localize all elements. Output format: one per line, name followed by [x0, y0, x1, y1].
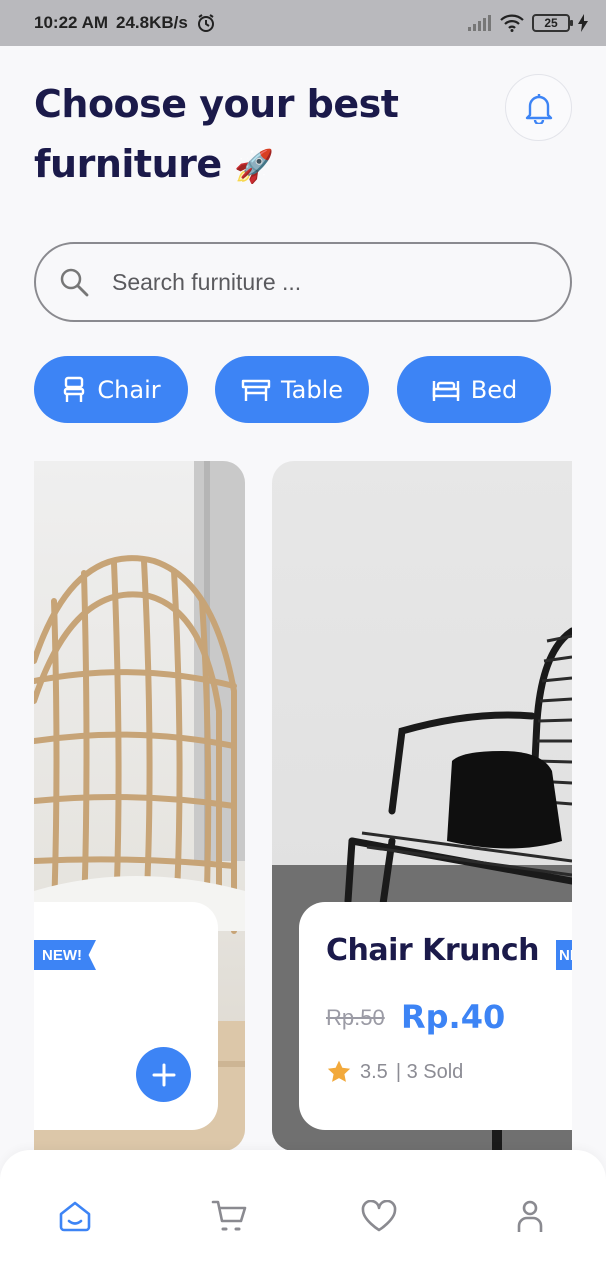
search-bar[interactable]: [34, 242, 572, 322]
home-icon: [59, 1201, 91, 1232]
heart-icon: [361, 1200, 397, 1232]
status-speed: 24.8KB/s: [116, 13, 188, 32]
status-time: 10:22 AM: [34, 13, 109, 32]
nav-favorites[interactable]: [355, 1192, 403, 1240]
profile-icon: [517, 1200, 543, 1232]
notification-button[interactable]: [505, 74, 572, 141]
nav-home[interactable]: [51, 1192, 99, 1240]
current-price: Rp.40: [401, 998, 506, 1036]
category-chair[interactable]: Chair: [34, 356, 188, 423]
bottom-navigation: [0, 1150, 606, 1280]
bell-icon: [525, 93, 552, 124]
category-label: Chair: [97, 375, 161, 404]
cart-icon: [211, 1200, 247, 1231]
bed-icon: [432, 380, 459, 401]
add-to-cart-button[interactable]: [136, 1047, 191, 1102]
product-rating: 3.5 | 3 Sold: [326, 1059, 463, 1085]
title-line-1: Choose your best: [34, 82, 399, 126]
nav-profile[interactable]: [506, 1192, 554, 1240]
category-table[interactable]: Table: [215, 356, 369, 423]
nav-cart[interactable]: [205, 1192, 253, 1240]
page-title: Choose your best furniture 🚀: [34, 74, 464, 196]
wifi-icon: [500, 14, 524, 32]
rating-value: 3.5: [360, 1060, 388, 1083]
category-label: Bed: [470, 375, 518, 404]
category-bed[interactable]: Bed: [397, 356, 551, 423]
star-icon: [327, 1060, 351, 1082]
plus-icon: [152, 1063, 175, 1086]
alarm-icon: [197, 14, 214, 32]
old-price: Rp.50: [326, 1005, 385, 1030]
charging-icon: [578, 14, 588, 32]
sold-count: | 3 Sold: [395, 1060, 464, 1083]
search-input[interactable]: [112, 268, 532, 296]
rocket-emoji: 🚀: [234, 147, 274, 185]
new-badge: NEW!: [34, 940, 96, 970]
signal-icon: [468, 15, 491, 31]
title-line-2: furniture 🚀: [34, 142, 274, 186]
search-icon: [60, 268, 89, 297]
table-icon: [241, 379, 271, 401]
category-label: Table: [280, 375, 344, 404]
product-info-rattan: [34, 902, 218, 1130]
product-name: Chair Krunch: [326, 933, 540, 968]
battery-icon: 25: [532, 14, 573, 32]
new-badge: NEW!: [556, 940, 572, 970]
status-bar: 10:22 AM 24.8KB/s 25: [0, 0, 606, 46]
chair-icon: [64, 376, 85, 402]
